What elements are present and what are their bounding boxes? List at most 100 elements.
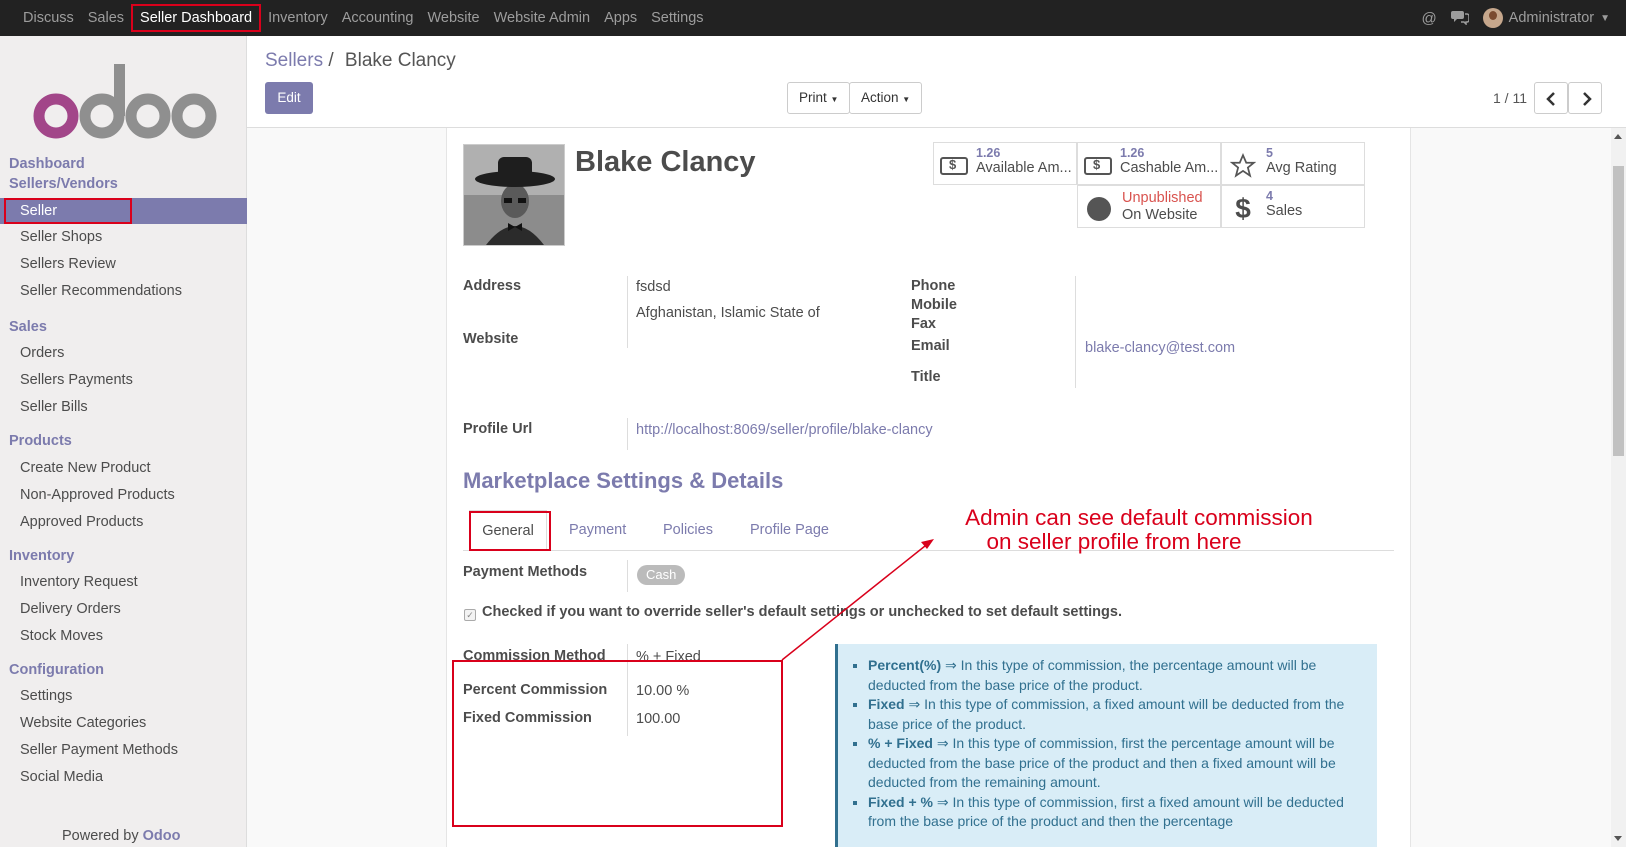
sidebar-section-configuration[interactable]: Configuration: [9, 662, 104, 678]
menu-discuss[interactable]: Discuss: [16, 4, 81, 32]
commission-highlight-box: [452, 660, 783, 827]
sidebar-item-stock-moves[interactable]: Stock Moves: [20, 628, 103, 644]
sidebar-item-inventory-request[interactable]: Inventory Request: [20, 574, 138, 590]
email-value[interactable]: blake-clancy@test.com: [1085, 340, 1235, 356]
help-item-title: Fixed + %: [868, 793, 933, 810]
menu-website-admin[interactable]: Website Admin: [487, 4, 597, 32]
menu-accounting[interactable]: Accounting: [335, 4, 421, 32]
action-dropdown[interactable]: Action ▼: [849, 82, 923, 114]
star-icon: [1228, 151, 1258, 181]
cashable-amount-label: Cashable Am...: [1120, 160, 1219, 176]
help-item: Fixed ⇒ In this type of commission, a fi…: [868, 695, 1355, 734]
sales-button[interactable]: $ 4 Sales: [1221, 185, 1365, 228]
sidebar-item-seller-label: Seller: [4, 198, 132, 224]
sidebar-item-delivery-orders[interactable]: Delivery Orders: [20, 601, 121, 617]
sidebar-item-approved-products[interactable]: Approved Products: [20, 514, 143, 530]
caret-down-icon: ▼: [1600, 12, 1610, 24]
scrollbar-thumb[interactable]: [1613, 166, 1624, 456]
sidebar-section-products[interactable]: Products: [9, 433, 72, 449]
cashable-amount-button[interactable]: 1.26 Cashable Am...: [1077, 142, 1221, 185]
print-label: Print: [799, 90, 827, 105]
sidebar-item-website-categories[interactable]: Website Categories: [20, 715, 146, 731]
edit-button[interactable]: Edit: [265, 82, 313, 114]
sidebar-item-non-approved-products[interactable]: Non-Approved Products: [20, 487, 175, 503]
scroll-down-arrow-icon[interactable]: [1614, 836, 1622, 841]
tab-policies[interactable]: Policies: [663, 510, 713, 551]
field-separator: [627, 418, 628, 450]
breadcrumb-sellers[interactable]: Sellers: [265, 50, 323, 71]
powered-by-brand[interactable]: Odoo: [143, 828, 181, 844]
sales-label: Sales: [1266, 203, 1303, 219]
tab-profile-page[interactable]: Profile Page: [750, 510, 829, 551]
address-line1: fsdsd: [636, 279, 671, 295]
menu-settings[interactable]: Settings: [644, 4, 710, 32]
control-panel: Sellers / Blake Clancy Edit Print ▼ Acti…: [247, 36, 1626, 128]
sidebar-section-inventory[interactable]: Inventory: [9, 548, 74, 564]
payment-methods-label: Payment Methods: [463, 564, 588, 580]
profile-url-value[interactable]: http://localhost:8069/seller/profile/bla…: [636, 422, 933, 438]
website-label: On Website: [1122, 207, 1198, 223]
powered-by: Powered by Odoo: [62, 828, 180, 844]
user-menu[interactable]: Administrator ▼: [1482, 8, 1610, 28]
help-item: % + Fixed ⇒ In this type of commission, …: [868, 734, 1355, 793]
pager-value[interactable]: 1 / 11: [1493, 82, 1527, 114]
sidebar-item-orders[interactable]: Orders: [20, 345, 64, 361]
sidebar-item-seller-recommendations[interactable]: Seller Recommendations: [20, 283, 182, 299]
breadcrumb: Sellers / Blake Clancy: [265, 50, 456, 72]
mobile-label: Mobile: [911, 297, 957, 313]
caret-down-icon: ▼: [830, 95, 839, 104]
tab-general-highlight: [469, 511, 551, 551]
print-dropdown[interactable]: Print ▼: [787, 82, 851, 114]
help-item-text: ⇒ In this type of commission, first a fi…: [868, 793, 1344, 830]
profile-url-label: Profile Url: [463, 421, 533, 437]
tab-payment[interactable]: Payment: [569, 510, 626, 551]
sidebar-item-sellers-review[interactable]: Sellers Review: [20, 256, 116, 272]
payment-method-tag[interactable]: Cash: [637, 565, 686, 585]
sidebar-item-seller-bills[interactable]: Seller Bills: [20, 399, 88, 415]
override-settings-checkbox[interactable]: ✓: [464, 609, 476, 621]
powered-by-text: Powered by: [62, 828, 139, 844]
address-country: Afghanistan, Islamic State of: [636, 305, 820, 321]
title-label: Title: [911, 369, 941, 385]
sidebar-item-social-media[interactable]: Social Media: [20, 769, 103, 785]
pager-next-button[interactable]: [1568, 82, 1602, 114]
avg-rating-button[interactable]: 5 Avg Rating: [1221, 142, 1365, 185]
sidebar-item-seller[interactable]: Seller: [0, 198, 247, 224]
help-item: Percent(%) ⇒ In this type of commission,…: [868, 656, 1355, 695]
field-separator: [627, 560, 628, 592]
website-publish-button[interactable]: Unpublished On Website: [1077, 185, 1221, 228]
at-icon[interactable]: @: [1421, 10, 1436, 27]
pager-previous-button[interactable]: [1534, 82, 1568, 114]
sidebar-item-sellers-payments[interactable]: Sellers Payments: [20, 372, 133, 388]
sidebar-section-dashboard[interactable]: Dashboard: [9, 156, 85, 172]
sidebar: Dashboard Sellers/Vendors Seller Seller …: [0, 36, 247, 847]
website-state: Unpublished: [1122, 190, 1203, 206]
menu-inventory[interactable]: Inventory: [261, 4, 335, 32]
menu-sales[interactable]: Sales: [81, 4, 131, 32]
chevron-left-icon: [1546, 92, 1555, 106]
breadcrumb-separator: /: [328, 50, 334, 71]
sidebar-item-seller-shops[interactable]: Seller Shops: [20, 229, 102, 245]
available-amount-button[interactable]: 1.26 Available Am...: [933, 142, 1077, 185]
sidebar-item-create-new-product[interactable]: Create New Product: [20, 460, 151, 476]
sidebar-section-sellers[interactable]: Sellers/Vendors: [9, 176, 118, 192]
menu-website[interactable]: Website: [421, 4, 487, 32]
annotation-text: Admin can see default commission on sell…: [944, 506, 1334, 554]
sidebar-section-sales[interactable]: Sales: [9, 319, 47, 335]
website-field-label: Website: [463, 331, 519, 347]
sidebar-item-settings[interactable]: Settings: [20, 688, 72, 704]
top-navbar: Discuss Sales Seller Dashboard Inventory…: [0, 0, 1626, 36]
money-icon: [940, 151, 968, 181]
scroll-up-arrow-icon[interactable]: [1614, 134, 1622, 139]
seller-photo[interactable]: [463, 144, 565, 246]
caret-down-icon: ▼: [902, 95, 911, 104]
help-item-text: ⇒ In this type of commission, a fixed am…: [868, 696, 1345, 732]
money-icon: [1084, 151, 1112, 181]
field-separator: [1075, 276, 1076, 388]
menu-seller-dashboard[interactable]: Seller Dashboard: [131, 4, 262, 32]
vertical-scrollbar[interactable]: [1611, 128, 1626, 847]
sidebar-item-seller-payment-methods[interactable]: Seller Payment Methods: [20, 742, 178, 758]
menu-apps[interactable]: Apps: [597, 4, 644, 32]
chat-icon[interactable]: [1450, 9, 1470, 28]
seller-portrait-image: [464, 145, 564, 245]
